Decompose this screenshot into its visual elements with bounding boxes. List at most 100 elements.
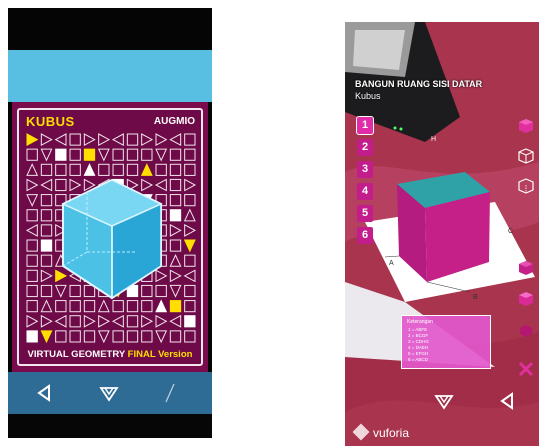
net-cube-icon[interactable]: [517, 117, 535, 135]
marker-label-h: H: [431, 136, 437, 143]
solid-cube-icon[interactable]: [517, 259, 535, 277]
pattern-shape: [155, 148, 168, 162]
right-phone-ar-view: A B C H BANGUN RUANG SISI DATAR Kubus 1 …: [345, 22, 539, 446]
pattern-shape: [55, 148, 67, 161]
pattern-shape: [69, 148, 81, 161]
pattern-shape: [169, 209, 182, 222]
pattern-shape: [83, 314, 96, 328]
pattern-shape: [141, 133, 154, 146]
pattern-shape: [184, 148, 196, 161]
pattern-shape: [98, 133, 111, 146]
wireframe-cube-icon[interactable]: [517, 147, 535, 165]
pattern-shape: [26, 178, 39, 192]
pattern-shape: [169, 330, 182, 343]
pattern-shape: [40, 178, 53, 192]
pattern-shape: [83, 330, 96, 343]
pattern-shape: [111, 133, 124, 146]
pattern-shape: [184, 330, 196, 343]
pattern-shape: [69, 315, 81, 328]
vuforia-label: vuforia: [373, 426, 410, 440]
pattern-shape: [40, 314, 53, 328]
ar-subtitle: Kubus: [355, 91, 381, 101]
pattern-shape: [25, 224, 38, 237]
kubus-card: KUBUS AUGMIO VIRTUAL GEOMETRY FINAL Vers…: [12, 102, 208, 372]
close-x-icon[interactable]: [517, 360, 535, 378]
face-button-1[interactable]: 1: [356, 116, 374, 135]
back-triangle-icon[interactable]: [34, 382, 56, 404]
small-cube-icon[interactable]: [517, 322, 535, 340]
back-triangle-icon[interactable]: [497, 390, 519, 412]
card-title: KUBUS: [26, 114, 75, 129]
pattern-shape: [169, 178, 182, 192]
recent-apps-icon[interactable]: [158, 382, 180, 404]
legend-title: Keterangan: [407, 319, 433, 325]
pattern-shape: [26, 254, 38, 267]
pattern-shape: [54, 133, 67, 146]
pattern-shape: [26, 314, 39, 328]
pattern-shape: [183, 239, 196, 253]
pattern-shape: [141, 148, 153, 161]
vuforia-logo-icon: [352, 423, 370, 441]
pattern-shape: [26, 194, 39, 207]
pattern-shape: [40, 133, 53, 146]
pattern-shape: [169, 269, 182, 283]
pattern-shape: [183, 269, 196, 283]
pattern-shape: [112, 330, 124, 343]
pattern-shape: [98, 314, 111, 328]
pattern-shape: [184, 315, 196, 328]
pattern-shape: [40, 148, 53, 162]
pattern-shape: [184, 178, 197, 192]
pattern-shape: [40, 269, 53, 283]
face-button-6[interactable]: 6: [357, 227, 373, 244]
face-button-3[interactable]: 3: [357, 161, 373, 178]
home-logo-icon[interactable]: [433, 390, 455, 412]
legend-item: 4 = DAEH: [408, 345, 429, 350]
pattern-shape: [155, 133, 168, 146]
pattern-shape: [26, 284, 38, 298]
pink-cube-icon[interactable]: [517, 290, 535, 308]
ar-title: BANGUN RUANG SISI DATAR: [355, 79, 483, 89]
left-phone-screenshot: KUBUS AUGMIO VIRTUAL GEOMETRY FINAL Vers…: [8, 8, 212, 438]
marker-label-b: B: [473, 294, 478, 301]
face-button-5[interactable]: 5: [357, 205, 373, 222]
kubus-card-frame: KUBUS AUGMIO VIRTUAL GEOMETRY FINAL Vers…: [17, 108, 203, 366]
pattern-shape: [155, 330, 168, 344]
pattern-shape: [112, 148, 124, 161]
pattern-shape: [69, 330, 81, 343]
pattern-shape: [26, 300, 38, 313]
pattern-shape: [126, 315, 139, 328]
home-logo-icon[interactable]: [98, 382, 120, 404]
pattern-shape: [26, 239, 38, 252]
face-button-2[interactable]: 2: [357, 139, 373, 156]
pattern-shape: [184, 133, 196, 146]
pattern-shape: [26, 209, 38, 222]
pattern-shape: [169, 284, 182, 298]
pattern-shape: [40, 330, 53, 344]
pattern-shape: [141, 314, 154, 328]
navigation-bar: [8, 372, 212, 414]
cube-hologram[interactable]: [57, 174, 167, 304]
pattern-shape: [169, 300, 182, 313]
legend-item: 6 = ABCD: [408, 357, 428, 362]
pattern-shape: [184, 300, 196, 313]
pattern-shape: [97, 330, 110, 344]
bottom-bezel: [8, 414, 212, 438]
pattern-shape: [126, 148, 139, 161]
pattern-shape: [126, 133, 139, 146]
outline-cube-icon[interactable]: [517, 177, 535, 195]
pattern-shape: [184, 194, 196, 207]
pattern-shape: [169, 163, 182, 176]
pattern-shape: [40, 163, 53, 176]
pattern-shape: [26, 148, 38, 161]
pattern-shape: [40, 194, 53, 207]
pattern-shape: [83, 133, 96, 146]
sky-banner: [8, 50, 212, 102]
pattern-shape: [40, 254, 53, 267]
face-button-4[interactable]: 4: [357, 183, 373, 200]
pattern-shape: [26, 133, 39, 146]
legend-item: 5 = EFGH: [408, 351, 429, 356]
pattern-shape: [184, 254, 196, 267]
pattern-shape: [169, 239, 182, 252]
pattern-shape: [169, 224, 182, 237]
legend-item: 3 = CDHG: [408, 339, 429, 344]
